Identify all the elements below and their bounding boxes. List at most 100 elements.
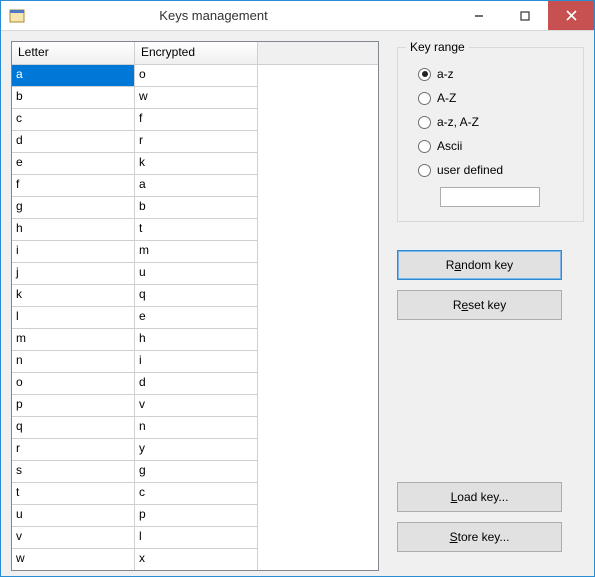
- cell-encrypted[interactable]: i: [135, 351, 258, 373]
- cell-letter[interactable]: g: [12, 197, 135, 219]
- cell-letter[interactable]: i: [12, 241, 135, 263]
- col-header-letter[interactable]: Letter: [12, 42, 135, 64]
- cell-letter[interactable]: w: [12, 549, 135, 570]
- grid-body[interactable]: aobwcfdrekfagbhtimjukqlemhniodpvqnrysgtc…: [12, 65, 378, 570]
- radio-az[interactable]: a-z: [418, 67, 569, 81]
- table-row[interactable]: kq: [12, 285, 378, 307]
- table-row[interactable]: im: [12, 241, 378, 263]
- cell-letter[interactable]: a: [12, 65, 135, 87]
- table-row[interactable]: ek: [12, 153, 378, 175]
- cell-letter[interactable]: s: [12, 461, 135, 483]
- cell-letter[interactable]: n: [12, 351, 135, 373]
- cell-letter[interactable]: c: [12, 109, 135, 131]
- cell-encrypted[interactable]: g: [135, 461, 258, 483]
- cell-encrypted[interactable]: h: [135, 329, 258, 351]
- cell-letter[interactable]: o: [12, 373, 135, 395]
- cell-encrypted[interactable]: f: [135, 109, 258, 131]
- cell-encrypted[interactable]: p: [135, 505, 258, 527]
- cell-encrypted[interactable]: c: [135, 483, 258, 505]
- table-row[interactable]: cf: [12, 109, 378, 131]
- col-header-encrypted[interactable]: Encrypted: [135, 42, 258, 64]
- cell-letter[interactable]: f: [12, 175, 135, 197]
- radio-dot-icon[interactable]: [418, 164, 431, 177]
- cell-letter[interactable]: r: [12, 439, 135, 461]
- cell-encrypted[interactable]: e: [135, 307, 258, 329]
- cell-encrypted[interactable]: l: [135, 527, 258, 549]
- table-row[interactable]: fa: [12, 175, 378, 197]
- cell-letter[interactable]: v: [12, 527, 135, 549]
- cell-encrypted[interactable]: t: [135, 219, 258, 241]
- window-buttons: [456, 1, 594, 30]
- cell-letter[interactable]: d: [12, 131, 135, 153]
- store-key-button[interactable]: Store key...: [397, 522, 562, 552]
- table-row[interactable]: ao: [12, 65, 378, 87]
- cell-letter[interactable]: u: [12, 505, 135, 527]
- table-row[interactable]: gb: [12, 197, 378, 219]
- cell-letter[interactable]: b: [12, 87, 135, 109]
- table-row[interactable]: pv: [12, 395, 378, 417]
- table-row[interactable]: le: [12, 307, 378, 329]
- radio-label: user defined: [437, 163, 503, 177]
- cell-encrypted[interactable]: d: [135, 373, 258, 395]
- radio-dot-icon[interactable]: [418, 92, 431, 105]
- cell-encrypted[interactable]: b: [135, 197, 258, 219]
- cell-encrypted[interactable]: x: [135, 549, 258, 570]
- radio-dot-icon[interactable]: [418, 116, 431, 129]
- cell-letter[interactable]: l: [12, 307, 135, 329]
- cell-encrypted[interactable]: n: [135, 417, 258, 439]
- cell-letter[interactable]: j: [12, 263, 135, 285]
- cell-encrypted[interactable]: k: [135, 153, 258, 175]
- table-row[interactable]: up: [12, 505, 378, 527]
- minimize-button[interactable]: [456, 1, 502, 30]
- radio-dot-icon[interactable]: [418, 140, 431, 153]
- table-row[interactable]: tc: [12, 483, 378, 505]
- key-range-legend: Key range: [406, 40, 469, 54]
- table-row[interactable]: mh: [12, 329, 378, 351]
- cell-letter[interactable]: p: [12, 395, 135, 417]
- maximize-button[interactable]: [502, 1, 548, 30]
- close-button[interactable]: [548, 1, 594, 30]
- table-row[interactable]: qn: [12, 417, 378, 439]
- cell-letter[interactable]: h: [12, 219, 135, 241]
- cell-letter[interactable]: e: [12, 153, 135, 175]
- table-row[interactable]: od: [12, 373, 378, 395]
- radio-azAZ[interactable]: a-z, A-Z: [418, 115, 569, 129]
- table-row[interactable]: ju: [12, 263, 378, 285]
- keys-grid[interactable]: Letter Encrypted aobwcfdrekfagbhtimjukql…: [11, 41, 379, 571]
- cell-letter[interactable]: t: [12, 483, 135, 505]
- table-row[interactable]: ni: [12, 351, 378, 373]
- titlebar[interactable]: Keys management: [1, 1, 594, 31]
- cell-encrypted[interactable]: v: [135, 395, 258, 417]
- window-title: Keys management: [0, 1, 456, 30]
- cell-encrypted[interactable]: m: [135, 241, 258, 263]
- random-key-button[interactable]: Random key: [397, 250, 562, 280]
- cell-letter[interactable]: m: [12, 329, 135, 351]
- cell-encrypted[interactable]: o: [135, 65, 258, 87]
- table-row[interactable]: vl: [12, 527, 378, 549]
- radio-user[interactable]: user defined: [418, 163, 569, 177]
- load-key-button[interactable]: Load key...: [397, 482, 562, 512]
- reset-key-button[interactable]: Reset key: [397, 290, 562, 320]
- table-row[interactable]: ht: [12, 219, 378, 241]
- cell-encrypted[interactable]: r: [135, 131, 258, 153]
- radio-label: a-z, A-Z: [437, 115, 479, 129]
- radio-ascii[interactable]: Ascii: [418, 139, 569, 153]
- cell-letter[interactable]: q: [12, 417, 135, 439]
- cell-encrypted[interactable]: w: [135, 87, 258, 109]
- table-row[interactable]: dr: [12, 131, 378, 153]
- cell-encrypted[interactable]: a: [135, 175, 258, 197]
- cell-encrypted[interactable]: u: [135, 263, 258, 285]
- cell-encrypted[interactable]: q: [135, 285, 258, 307]
- radio-label: Ascii: [437, 139, 462, 153]
- table-row[interactable]: ry: [12, 439, 378, 461]
- key-action-buttons: Random key Reset key: [397, 250, 584, 330]
- table-row[interactable]: bw: [12, 87, 378, 109]
- radio-dot-icon[interactable]: [418, 68, 431, 81]
- table-row[interactable]: wx: [12, 549, 378, 570]
- grid-header: Letter Encrypted: [12, 42, 378, 65]
- cell-encrypted[interactable]: y: [135, 439, 258, 461]
- cell-letter[interactable]: k: [12, 285, 135, 307]
- radio-AZ[interactable]: A-Z: [418, 91, 569, 105]
- table-row[interactable]: sg: [12, 461, 378, 483]
- user-defined-input[interactable]: [440, 187, 540, 207]
